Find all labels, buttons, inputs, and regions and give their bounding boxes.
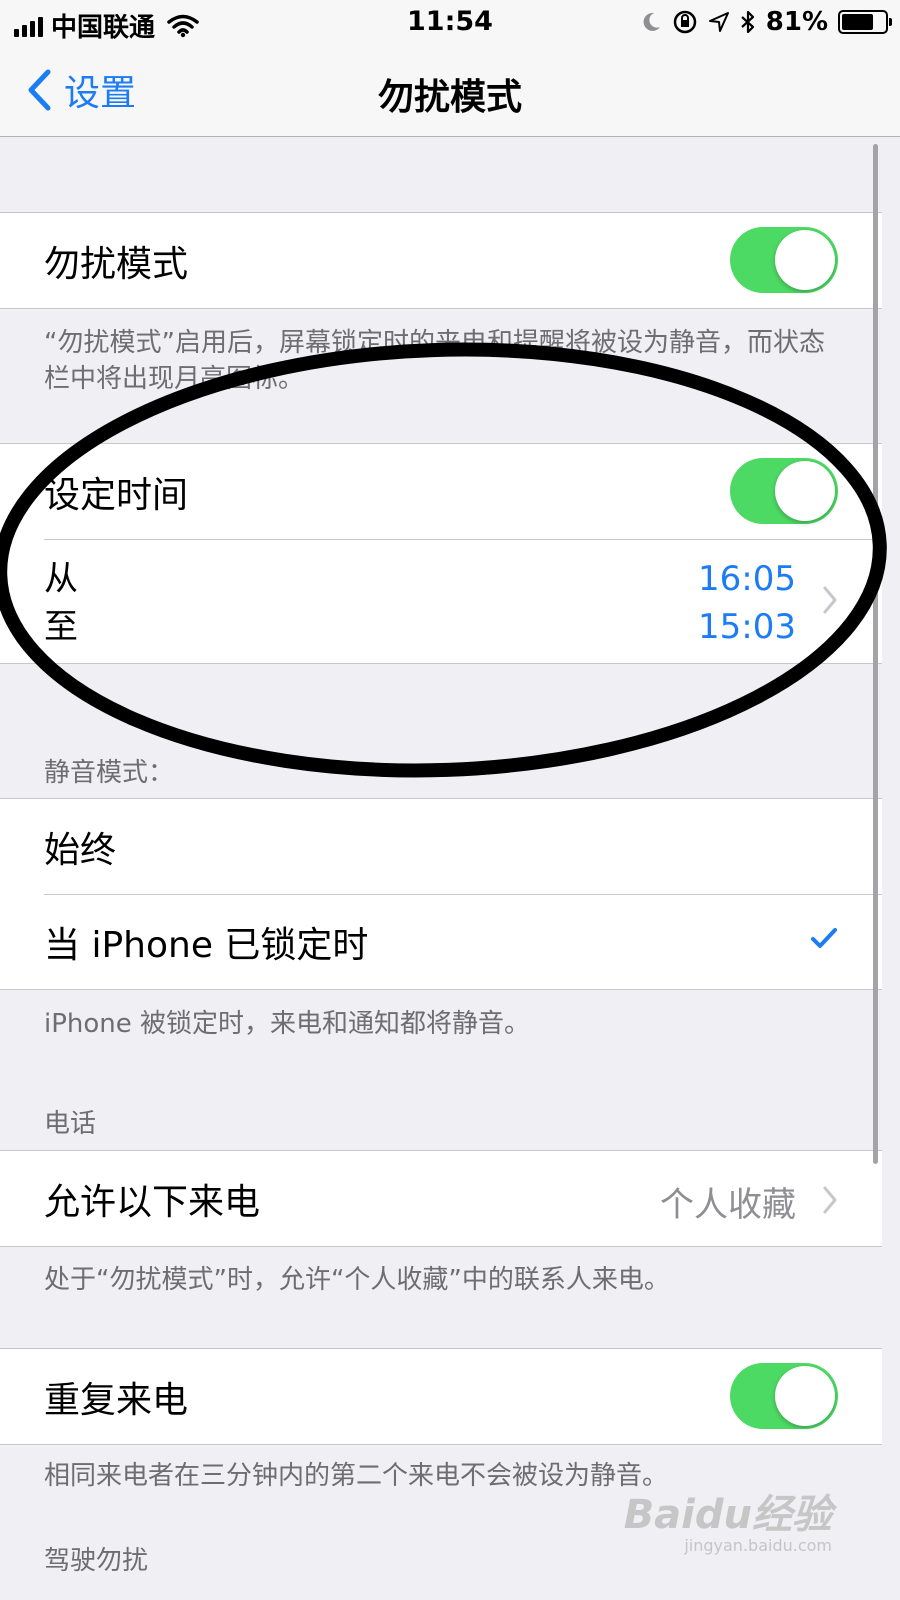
battery-icon	[838, 10, 892, 34]
phone-footer: 处于“勿扰模式”时，允许“个人收藏”中的联系人来电。	[44, 1265, 670, 1295]
scheduled-group: 设定时间 从 至 16:05 15:03	[0, 443, 882, 664]
silence-header: 静音模式：	[44, 758, 175, 788]
to-label: 至	[44, 607, 78, 647]
scheduled-row: 设定时间	[0, 444, 882, 539]
watermark-brand: Baidu经验	[623, 1492, 832, 1538]
chevron-right-icon	[823, 586, 837, 614]
page-title: 勿扰模式	[377, 77, 522, 118]
repeated-row: 重复来电	[0, 1349, 882, 1444]
from-time: 16:05	[698, 559, 796, 599]
silence-group: 始终 当 iPhone 已锁定时	[0, 798, 882, 990]
watermark: Baidu经验 jingyan.baidu.com	[624, 1482, 832, 1555]
checkmark-icon	[811, 928, 837, 948]
dnd-group: 勿扰模式	[0, 212, 882, 309]
phone-header: 电话	[44, 1109, 97, 1139]
dnd-row: 勿扰模式	[0, 213, 882, 308]
driving-header: 驾驶勿扰	[44, 1546, 149, 1576]
toggle-knob	[775, 461, 835, 521]
chevron-right-icon	[823, 1186, 837, 1214]
battery-fill	[842, 14, 873, 30]
dnd-toggle[interactable]	[730, 227, 838, 293]
allow-calls-value: 个人收藏	[660, 1185, 796, 1225]
time-labels: 从 至	[44, 555, 78, 651]
moon-icon	[643, 12, 660, 31]
location-icon	[708, 12, 729, 32]
status-right: 81%	[640, 7, 892, 37]
status-bar: 中国联通 11:54 81%	[0, 0, 900, 44]
phone-group: 允许以下来电 个人收藏	[0, 1150, 882, 1247]
navigation-bar: 设置 勿扰模式	[0, 44, 900, 137]
scheduled-toggle[interactable]	[730, 458, 838, 524]
repeated-group: 重复来电	[0, 1348, 882, 1445]
dnd-footer: “勿扰模式”启用后，屏幕锁定时的来电和提醒将被设为静音，而状态栏中将出现月亮图标…	[44, 328, 825, 394]
time-values: 16:05 15:03	[698, 555, 796, 651]
silence-always-row[interactable]: 始终	[0, 799, 882, 894]
allow-calls-row[interactable]: 允许以下来电 个人收藏	[0, 1151, 882, 1246]
toggle-knob	[775, 1366, 835, 1426]
silence-locked-label: 当 iPhone 已锁定时	[44, 924, 369, 966]
silence-locked-row[interactable]: 当 iPhone 已锁定时	[0, 894, 882, 989]
orientation-lock-icon	[673, 10, 697, 34]
toggle-knob	[775, 230, 835, 290]
silence-always-label: 始终	[44, 829, 117, 871]
from-label: 从	[44, 559, 78, 599]
scrollbar[interactable]	[873, 144, 878, 1164]
repeated-toggle[interactable]	[730, 1363, 838, 1429]
bluetooth-icon	[741, 10, 754, 34]
silence-footer: iPhone 被锁定时，来电和通知都将静音。	[44, 1009, 531, 1039]
battery-percent: 81%	[765, 7, 828, 37]
to-time: 15:03	[698, 607, 796, 647]
schedule-time-row[interactable]: 从 至 16:05 15:03	[0, 539, 882, 663]
